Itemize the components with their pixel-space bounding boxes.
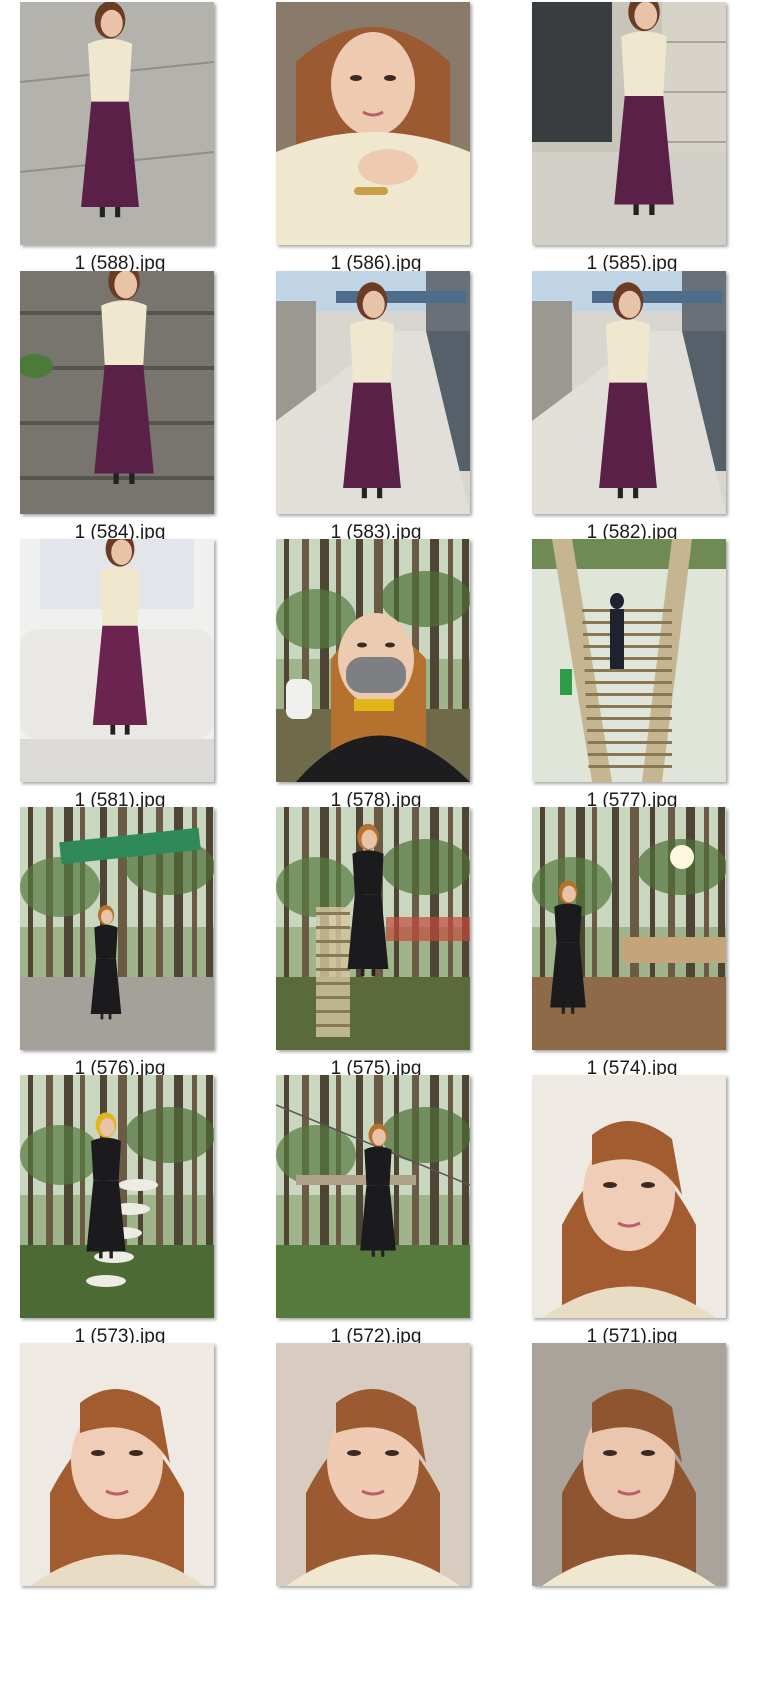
file-item[interactable]: 1 (571).jpg bbox=[512, 1073, 752, 1347]
file-item[interactable]: 1 (588).jpg bbox=[0, 0, 240, 274]
file-item[interactable] bbox=[256, 1341, 496, 1611]
file-item[interactable]: 1 (583).jpg bbox=[256, 269, 496, 543]
file-thumbnail[interactable] bbox=[276, 271, 470, 514]
file-thumbnail[interactable] bbox=[532, 1075, 726, 1318]
file-item[interactable] bbox=[512, 1341, 752, 1611]
file-thumbnail-grid: 1 (588).jpg 1 (586).jpg 1 (585).jpg 1 (5… bbox=[0, 0, 778, 1695]
file-thumbnail[interactable] bbox=[532, 1343, 726, 1586]
file-thumbnail[interactable] bbox=[20, 271, 214, 514]
file-thumbnail[interactable] bbox=[276, 1075, 470, 1318]
file-item[interactable]: 1 (577).jpg bbox=[512, 537, 752, 811]
file-item[interactable]: 1 (575).jpg bbox=[256, 805, 496, 1079]
file-thumbnail[interactable] bbox=[276, 539, 470, 782]
file-item[interactable] bbox=[0, 1341, 240, 1611]
file-item[interactable]: 1 (586).jpg bbox=[256, 0, 496, 274]
file-thumbnail[interactable] bbox=[20, 807, 214, 1050]
file-thumbnail[interactable] bbox=[276, 807, 470, 1050]
file-thumbnail[interactable] bbox=[532, 2, 726, 245]
file-item[interactable]: 1 (584).jpg bbox=[0, 269, 240, 543]
file-thumbnail[interactable] bbox=[20, 2, 214, 245]
file-item[interactable]: 1 (581).jpg bbox=[0, 537, 240, 811]
file-thumbnail[interactable] bbox=[276, 2, 470, 245]
file-item[interactable]: 1 (576).jpg bbox=[0, 805, 240, 1079]
file-item[interactable]: 1 (582).jpg bbox=[512, 269, 752, 543]
file-item[interactable]: 1 (578).jpg bbox=[256, 537, 496, 811]
file-thumbnail[interactable] bbox=[20, 1343, 214, 1586]
file-item[interactable]: 1 (585).jpg bbox=[512, 0, 752, 274]
file-thumbnail[interactable] bbox=[20, 539, 214, 782]
file-thumbnail[interactable] bbox=[532, 271, 726, 514]
file-thumbnail[interactable] bbox=[532, 539, 726, 782]
file-thumbnail[interactable] bbox=[276, 1343, 470, 1586]
file-item[interactable]: 1 (574).jpg bbox=[512, 805, 752, 1079]
file-item[interactable]: 1 (572).jpg bbox=[256, 1073, 496, 1347]
file-thumbnail[interactable] bbox=[532, 807, 726, 1050]
file-item[interactable]: 1 (573).jpg bbox=[0, 1073, 240, 1347]
file-thumbnail[interactable] bbox=[20, 1075, 214, 1318]
